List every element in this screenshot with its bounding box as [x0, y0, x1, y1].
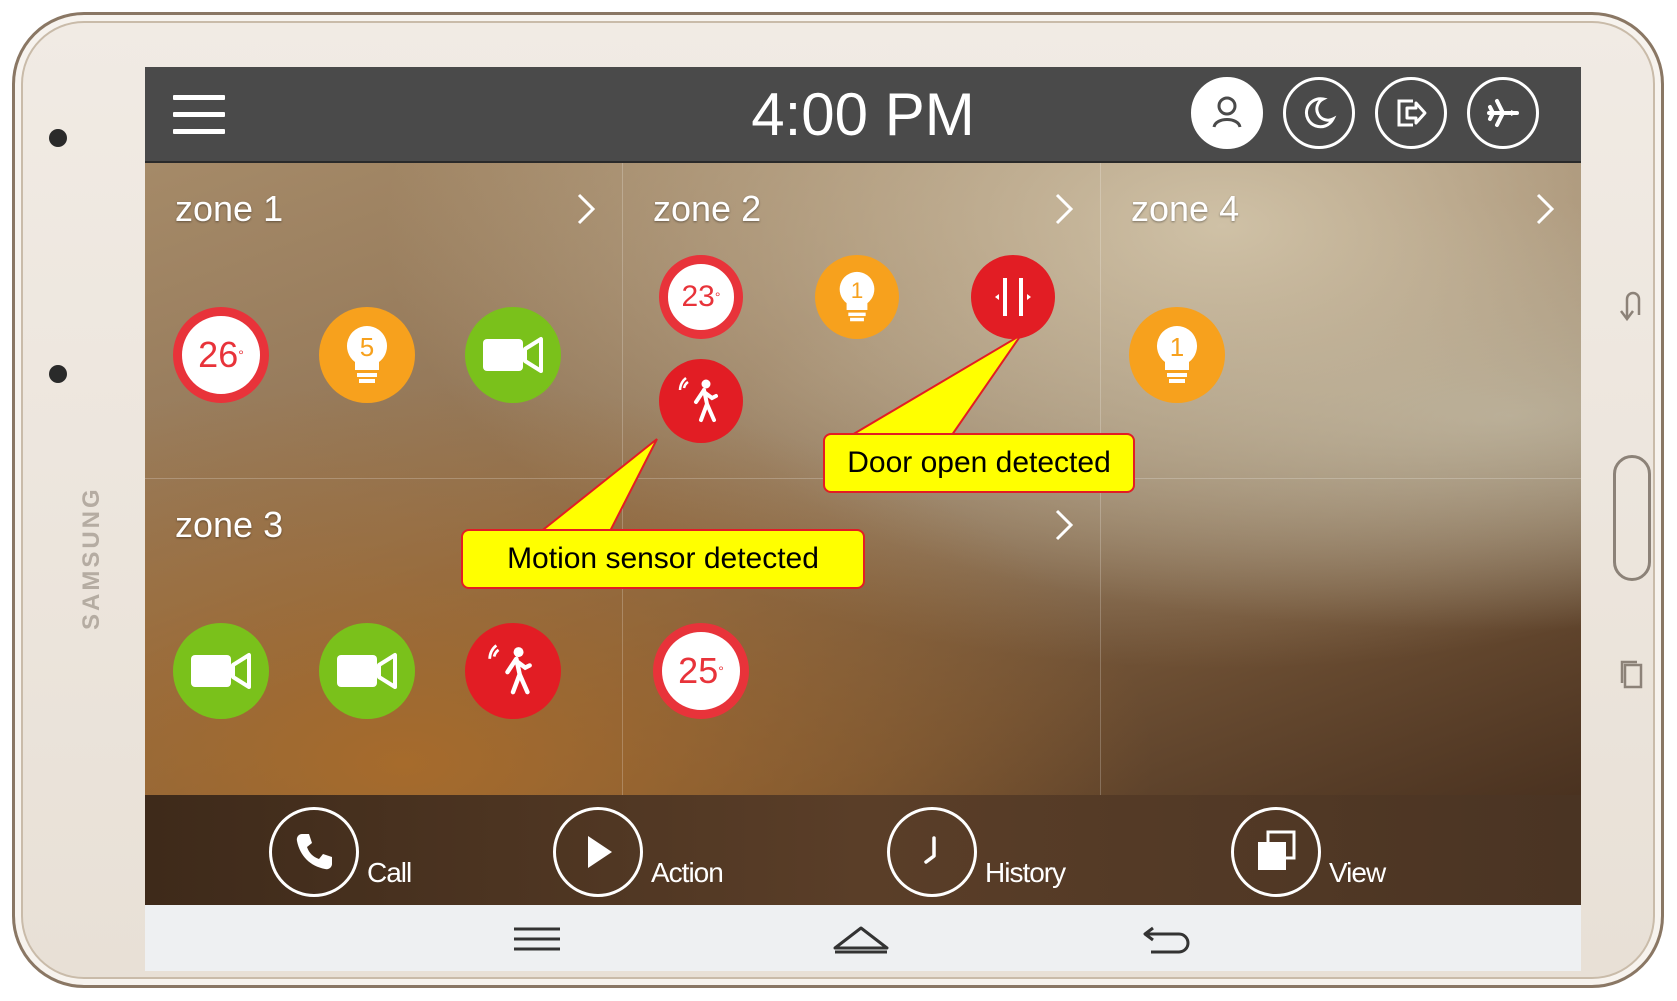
call-button-circle: [269, 807, 359, 897]
back-icon: [1143, 926, 1190, 954]
svg-text:5: 5: [360, 332, 374, 362]
temperature-value: 25°: [678, 650, 724, 691]
temperature-value: 23°: [681, 280, 721, 313]
lightbulb-icon: 5: [347, 326, 387, 383]
hamburger-line: [173, 112, 225, 117]
motion-sensor-device[interactable]: [465, 623, 561, 719]
light-device[interactable]: 1: [815, 255, 899, 339]
play-icon: [588, 836, 612, 868]
chevron-right-icon[interactable]: [1533, 189, 1557, 229]
camera-device[interactable]: [465, 307, 561, 403]
hamburger-line: [173, 95, 225, 100]
recent-apps-icon: [514, 927, 560, 951]
zone-4-panel[interactable]: zone 4 1: [1101, 163, 1581, 479]
motion-sensor-icon: [678, 377, 718, 422]
clock-icon: [924, 836, 936, 864]
home-icon: [833, 926, 889, 954]
hw-home-key[interactable]: [1613, 455, 1651, 581]
back-nav-button[interactable]: [1137, 917, 1197, 961]
light-sensor: [49, 365, 67, 383]
hw-recent-icon: [1620, 660, 1643, 689]
hw-recent-key[interactable]: [1615, 655, 1649, 695]
vacation-mode-button[interactable]: [1467, 77, 1539, 149]
home-nav-button[interactable]: [831, 917, 891, 961]
hamburger-line: [173, 129, 225, 134]
thermostat-device[interactable]: 23°: [659, 255, 743, 339]
device-brand: SAMSUNG: [78, 486, 105, 630]
system-nav-bar: [145, 905, 1581, 971]
chevron-right-icon[interactable]: [1052, 505, 1076, 545]
home-mode-button[interactable]: [1191, 77, 1263, 149]
zones-grid: zone 1 26° 5 zone 2 23° 1 zone 4 1 zone …: [145, 163, 1581, 795]
lightbulb-icon: 1: [839, 271, 875, 322]
door-sensor-device[interactable]: [971, 255, 1055, 339]
view-button-circle: [1231, 807, 1321, 897]
camera-icon: [483, 337, 543, 373]
camera-icon: [337, 653, 397, 689]
thermostat-device[interactable]: 25°: [653, 623, 749, 719]
phone-icon: [296, 834, 332, 870]
svg-text:1: 1: [1170, 332, 1184, 362]
view-icon: [1258, 830, 1296, 870]
motion-sensor-callout: Motion sensor detected: [461, 529, 865, 589]
camera-device[interactable]: [173, 623, 269, 719]
night-mode-button[interactable]: [1283, 77, 1355, 149]
view-button[interactable]: View: [1231, 803, 1386, 897]
history-button-circle: [887, 807, 977, 897]
front-camera: [49, 129, 67, 147]
zone-title: zone 1: [175, 188, 284, 229]
status-bar: 4:00 PM: [145, 67, 1581, 163]
svg-text:1: 1: [851, 278, 864, 303]
zone-title: zone 2: [653, 188, 762, 229]
light-device[interactable]: 5: [319, 307, 415, 403]
door-open-callout: Door open detected: [823, 433, 1135, 493]
action-bar: Call Action History View: [145, 795, 1581, 905]
lightbulb-icon: 1: [1157, 326, 1197, 383]
night-mode-icon: [1304, 97, 1337, 129]
zone-5-panel[interactable]: 25°: [623, 479, 1101, 795]
zone-1-panel[interactable]: zone 1 26° 5: [145, 163, 623, 479]
tablet-frame: SAMSUNG 4:00 PM zone 1 26° 5 zone 2 23° …: [12, 12, 1664, 988]
callout-tail: [526, 438, 658, 542]
motion-sensor-device[interactable]: [659, 359, 743, 443]
empty-zone-panel: [1101, 479, 1581, 795]
clock: 4:00 PM: [751, 81, 975, 148]
zone-title: zone 4: [1131, 188, 1240, 229]
motion-sensor-icon: [488, 644, 532, 695]
recent-apps-button[interactable]: [507, 917, 567, 961]
hw-back-key[interactable]: [1615, 285, 1649, 325]
temperature-value: 26°: [198, 334, 244, 375]
zone-title: zone 3: [175, 504, 284, 545]
door-open-icon: [995, 278, 1031, 316]
action-button-circle: [553, 807, 643, 897]
action-label: Call: [367, 857, 412, 888]
history-button[interactable]: History: [887, 803, 1066, 897]
menu-button[interactable]: [173, 95, 225, 135]
vacation-mode-icon: [1487, 99, 1519, 127]
hw-back-icon: [1620, 291, 1641, 322]
callout-tail: [831, 334, 1022, 446]
action-button[interactable]: Action: [553, 803, 724, 897]
camera-device[interactable]: [319, 623, 415, 719]
screen: 4:00 PM zone 1 26° 5 zone 2 23° 1 zone 4…: [145, 67, 1581, 971]
action-label: View: [1329, 857, 1386, 888]
away-mode-icon: [1397, 99, 1427, 127]
chevron-right-icon[interactable]: [574, 189, 598, 229]
home-mode-icon: [1212, 96, 1242, 128]
thermostat-device[interactable]: 26°: [173, 307, 269, 403]
action-label: History: [985, 857, 1066, 888]
camera-icon: [191, 653, 251, 689]
chevron-right-icon[interactable]: [1052, 189, 1076, 229]
light-device[interactable]: 1: [1129, 307, 1225, 403]
call-button[interactable]: Call: [269, 803, 412, 897]
action-label: Action: [651, 857, 724, 888]
away-mode-button[interactable]: [1375, 77, 1447, 149]
